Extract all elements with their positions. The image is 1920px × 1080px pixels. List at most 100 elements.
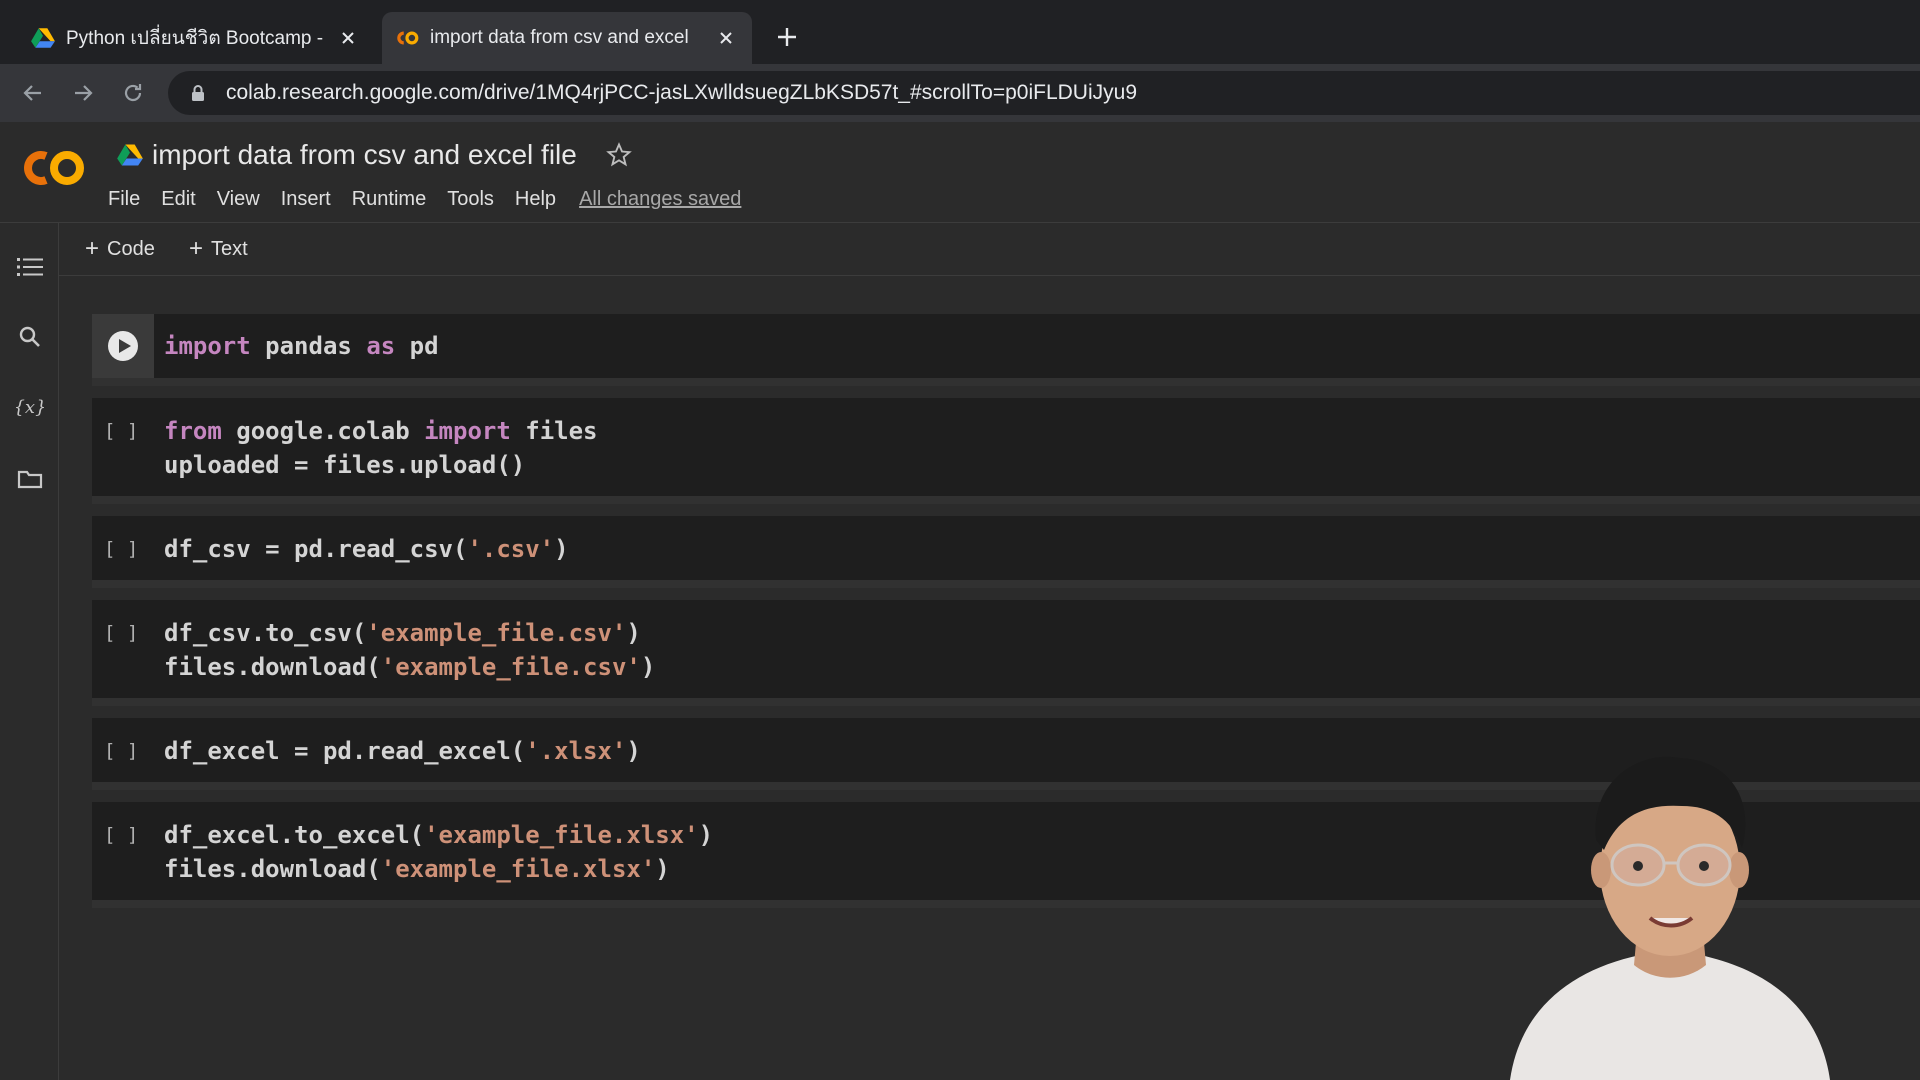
code-text: files.download(: [164, 653, 381, 681]
google-drive-icon[interactable]: [116, 142, 144, 168]
execution-count[interactable]: [ ]: [104, 420, 138, 442]
tab-title: Python เปลี่ยนชีวิต Bootcamp - (: [66, 28, 328, 49]
code-line: uploaded = files.upload(): [164, 448, 598, 482]
reload-button[interactable]: [118, 78, 148, 108]
code-cell[interactable]: [ ] df_csv = pd.read_csv('.csv'): [92, 516, 1920, 588]
code-cell[interactable]: [ ] from google.colab import files upload…: [92, 398, 1920, 504]
notebook-toolbar: + Code + Text: [59, 223, 1920, 276]
code-text: files: [525, 417, 598, 445]
arrow-left-icon: [23, 85, 41, 101]
files-folder-icon[interactable]: [14, 463, 46, 495]
search-icon[interactable]: [14, 321, 46, 353]
code-editor[interactable]: import pandas as pd: [164, 329, 439, 363]
code-editor[interactable]: df_excel.to_excel('example_file.xlsx') fi…: [164, 818, 713, 886]
code-string: 'example_file.csv': [366, 619, 627, 647]
code-text: ): [640, 653, 656, 681]
play-icon: [108, 331, 138, 361]
code-text: ): [698, 821, 714, 849]
menu-runtime[interactable]: Runtime: [352, 188, 426, 211]
add-text-cell-button[interactable]: + Text: [189, 235, 248, 263]
code-text: df_excel = pd.read_excel(: [164, 737, 526, 765]
run-cell-button[interactable]: [92, 314, 154, 378]
menu-file[interactable]: File: [108, 188, 140, 211]
colab-favicon-icon: [397, 31, 419, 45]
code-editor[interactable]: df_excel = pd.read_excel('.xlsx'): [164, 734, 641, 768]
code-line: files.download('example_file.csv'): [164, 650, 655, 684]
plus-icon: +: [85, 235, 100, 262]
tab-title: import data from csv and excel: [430, 27, 689, 48]
code-text: pandas: [265, 332, 367, 360]
code-keyword: from: [164, 417, 237, 445]
code-string: '.csv': [467, 535, 555, 563]
code-line: df_excel.to_excel('example_file.xlsx'): [164, 818, 713, 852]
star-icon[interactable]: [605, 141, 633, 169]
code-text: df_excel.to_excel(: [164, 821, 425, 849]
menu-edit[interactable]: Edit: [161, 188, 195, 211]
code-string: 'example_file.xlsx': [424, 821, 699, 849]
save-status-link[interactable]: All changes saved: [579, 188, 741, 211]
add-code-cell-button[interactable]: + Code: [85, 235, 155, 263]
left-sidebar: {x}: [0, 223, 59, 1080]
code-editor[interactable]: from google.colab import files uploaded =…: [164, 414, 598, 482]
add-text-label: Text: [211, 237, 248, 260]
code-text: ): [626, 737, 641, 765]
browser-toolbar: colab.research.google.com/drive/1MQ4rjPC…: [0, 64, 1920, 123]
code-keyword: as: [366, 332, 410, 360]
code-line: import pandas as pd: [164, 329, 439, 363]
code-text: ): [655, 855, 670, 883]
forward-button[interactable]: [68, 78, 98, 108]
code-text: google.colab: [236, 417, 425, 445]
colab-logo-icon[interactable]: [20, 146, 88, 190]
execution-count[interactable]: [ ]: [104, 740, 138, 762]
code-editor[interactable]: df_csv = pd.read_csv('.csv'): [164, 532, 569, 566]
close-tab-icon[interactable]: [334, 24, 362, 52]
reload-icon: [124, 84, 142, 102]
code-line: df_csv.to_csv('example_file.csv'): [164, 616, 655, 650]
code-cell[interactable]: import pandas as pd: [92, 314, 1920, 386]
notebook-title[interactable]: import data from csv and excel file: [152, 139, 577, 171]
code-keyword: import: [424, 417, 526, 445]
code-text: df_csv.to_csv(: [164, 619, 367, 647]
code-line: df_excel = pd.read_excel('.xlsx'): [164, 734, 641, 768]
code-text: pd: [409, 332, 439, 360]
code-line: df_csv = pd.read_csv('.csv'): [164, 532, 569, 566]
menu-insert[interactable]: Insert: [281, 188, 331, 211]
close-tab-icon[interactable]: [712, 24, 740, 52]
arrow-right-icon: [75, 85, 93, 101]
code-text: files.download(: [164, 855, 381, 883]
new-tab-button[interactable]: [772, 22, 802, 52]
address-bar[interactable]: colab.research.google.com/drive/1MQ4rjPC…: [168, 71, 1920, 115]
svg-text:{x}: {x}: [16, 397, 44, 418]
browser-tab-bootcamp[interactable]: Python เปลี่ยนชีวิต Bootcamp - (: [18, 12, 374, 64]
plus-icon: [778, 28, 796, 46]
code-text: ): [626, 619, 641, 647]
execution-count[interactable]: [ ]: [104, 538, 138, 560]
code-text: df_csv = pd.read_csv(: [164, 535, 468, 563]
plus-icon: +: [189, 235, 204, 262]
code-string: 'example_file.xlsx': [380, 855, 656, 883]
code-line: files.download('example_file.xlsx'): [164, 852, 713, 886]
back-button[interactable]: [18, 78, 48, 108]
presenter-video-overlay: [1510, 756, 1830, 1080]
execution-count[interactable]: [ ]: [104, 824, 138, 846]
code-cell[interactable]: [ ] df_csv.to_csv('example_file.csv') fil…: [92, 600, 1920, 706]
menu-tools[interactable]: Tools: [447, 188, 494, 211]
code-string: '.xlsx': [525, 737, 627, 765]
menu-help[interactable]: Help: [515, 188, 556, 211]
code-keyword: import: [164, 332, 266, 360]
code-editor[interactable]: df_csv.to_csv('example_file.csv') files.d…: [164, 616, 655, 684]
execution-count[interactable]: [ ]: [104, 622, 138, 644]
lock-icon[interactable]: [188, 83, 208, 103]
browser-tab-bar: Python เปลี่ยนชีวิต Bootcamp - ( import …: [0, 0, 1920, 64]
google-drive-icon: [31, 28, 55, 48]
code-line: from google.colab import files: [164, 414, 598, 448]
code-text: uploaded = files.upload(): [164, 451, 526, 479]
menu-bar: File Edit View Insert Runtime Tools Help…: [108, 184, 741, 214]
browser-tab-notebook[interactable]: import data from csv and excel: [382, 12, 752, 64]
menu-view[interactable]: View: [217, 188, 260, 211]
add-code-label: Code: [107, 237, 155, 260]
table-of-contents-icon[interactable]: [14, 251, 46, 283]
colab-header: import data from csv and excel file File…: [0, 122, 1920, 223]
variables-icon[interactable]: {x}: [14, 391, 46, 423]
code-string: 'example_file.csv': [380, 653, 641, 681]
